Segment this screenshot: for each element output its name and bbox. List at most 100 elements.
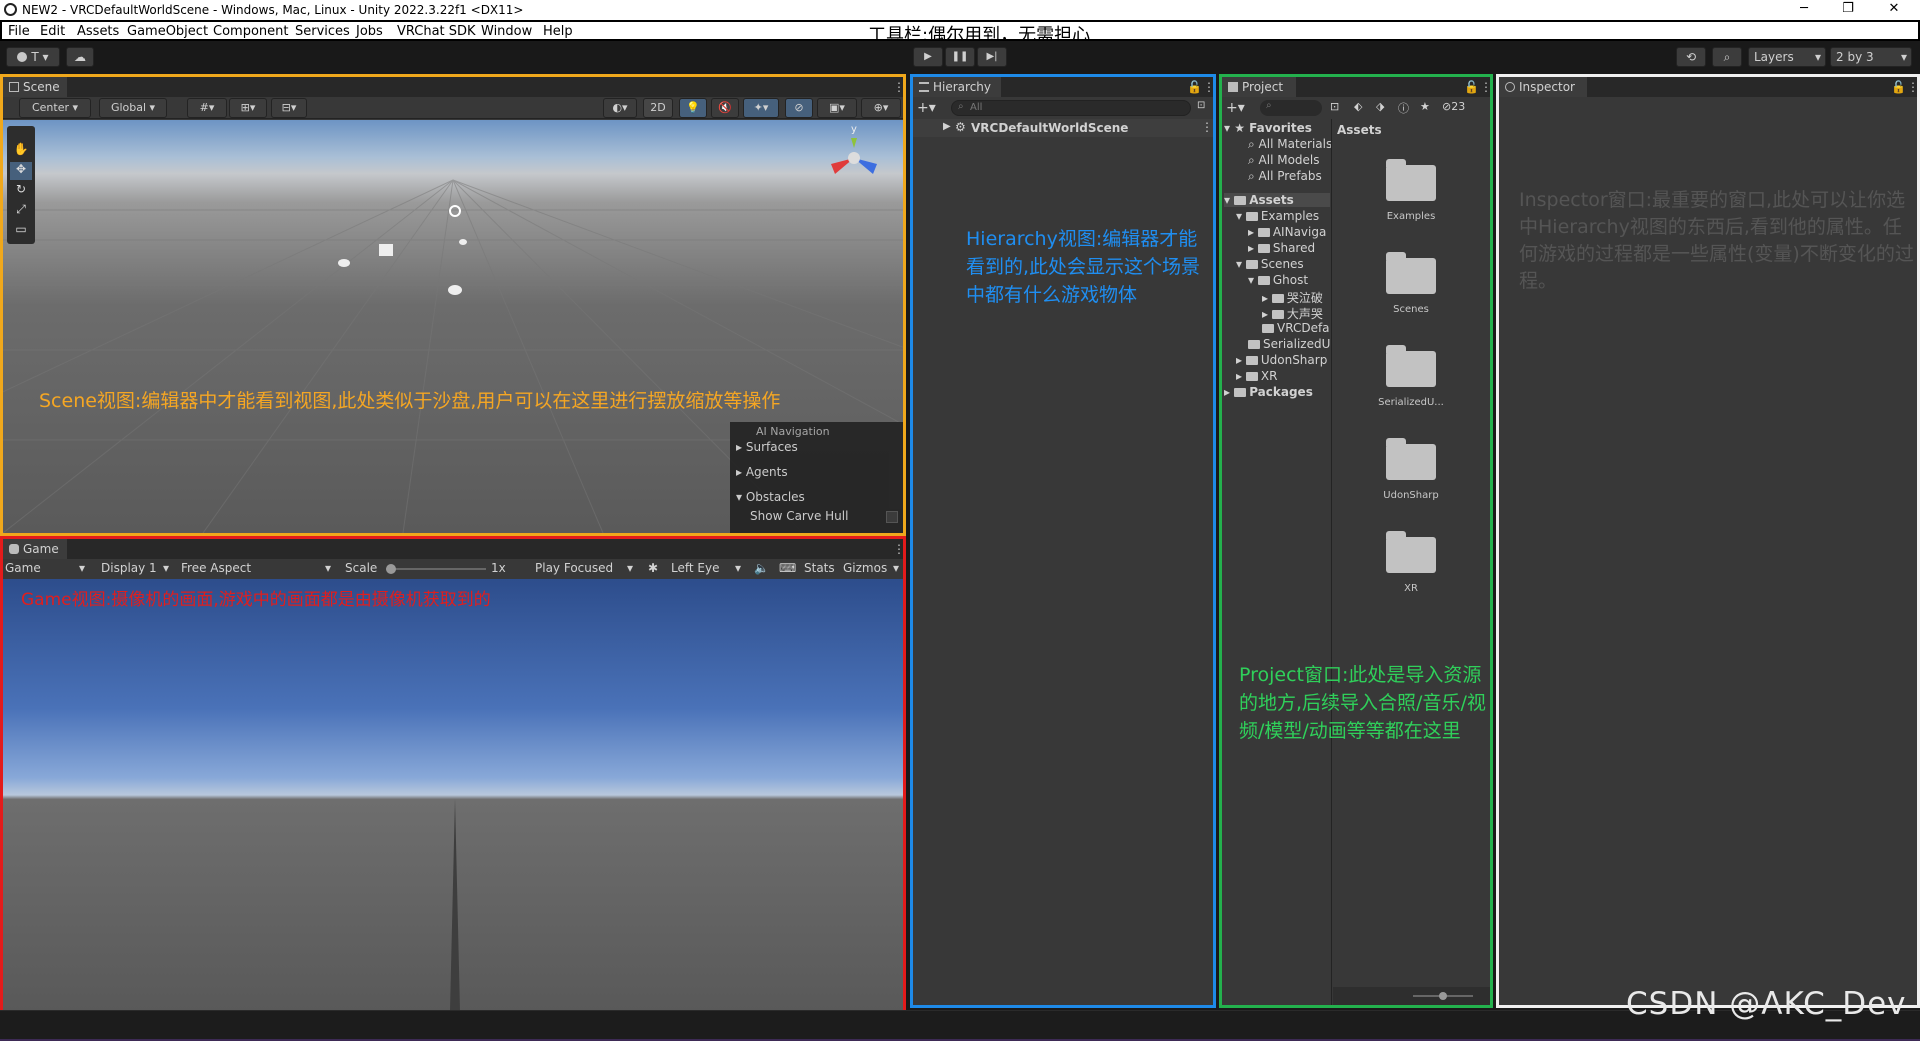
- tree-packages[interactable]: ▸ Packages: [1224, 385, 1313, 399]
- lock-icon[interactable]: 🔓: [1464, 80, 1479, 94]
- surfaces-item[interactable]: ▸ Surfaces: [736, 440, 798, 454]
- menu-jobs[interactable]: Jobs: [356, 24, 383, 39]
- gizmos-button[interactable]: Gizmos ▾: [843, 561, 901, 575]
- obstacles-item[interactable]: ▾ Obstacles: [736, 490, 805, 504]
- tree-examples[interactable]: ▾ Examples: [1236, 209, 1319, 223]
- tab-project[interactable]: Project: [1222, 77, 1296, 97]
- orientation-gizmo[interactable]: y: [821, 124, 891, 188]
- search-scope-icon[interactable]: ⊡: [1330, 100, 1339, 113]
- search-button[interactable]: ⌕: [1712, 47, 1742, 67]
- hand-tool[interactable]: ✋: [10, 142, 32, 160]
- folder-udonsharp-icon[interactable]: [1386, 438, 1436, 480]
- maximize-button[interactable]: ❐: [1828, 0, 1868, 20]
- create-button[interactable]: +▾: [1226, 100, 1245, 116]
- tree-scenes[interactable]: ▾ Scenes: [1236, 257, 1304, 271]
- hierarchy-search-input[interactable]: ⌕ All: [951, 100, 1191, 116]
- game-viewport[interactable]: Game视图:摄像机的画面,游戏中的画面都是由摄像机获取到的: [3, 579, 903, 1011]
- folder-xr-icon[interactable]: [1386, 531, 1436, 573]
- project-search-input[interactable]: ⌕: [1260, 100, 1322, 116]
- scene-viewport[interactable]: y ✋ ✥ ↻ ⤢ ▭ Scene视图:编辑器中才能看到视图,此处类似于沙盘,用…: [3, 120, 903, 533]
- snap-increment-button[interactable]: ⊟▾: [271, 98, 307, 118]
- create-button[interactable]: +▾: [917, 100, 936, 116]
- inspector-menu-icon[interactable]: ⋮: [1907, 80, 1919, 94]
- effects-toggle[interactable]: ✦▾: [743, 98, 779, 118]
- folder-scenes-icon[interactable]: [1386, 252, 1436, 294]
- sun-light-icon[interactable]: [449, 205, 461, 217]
- menu-window[interactable]: Window: [481, 24, 532, 39]
- tree-udonsharp[interactable]: ▸ UdonSharp: [1236, 353, 1327, 367]
- layers-dropdown[interactable]: Layers ▾: [1748, 47, 1826, 67]
- lock-icon[interactable]: 🔓: [1187, 80, 1202, 94]
- lock-icon[interactable]: 🔓: [1891, 80, 1906, 94]
- show-carve-hull-checkbox[interactable]: [886, 511, 898, 523]
- pivot-dropdown[interactable]: Center ▾: [19, 98, 91, 118]
- menu-assets[interactable]: Assets: [77, 24, 119, 39]
- folder-examples-icon[interactable]: [1386, 159, 1436, 201]
- aspect-dropdown[interactable]: Free Aspect ▾: [181, 561, 341, 575]
- tree-shared[interactable]: ▸ Shared: [1248, 241, 1315, 255]
- tree-ghost[interactable]: ▾ Ghost: [1248, 273, 1308, 287]
- minimize-button[interactable]: ─: [1784, 0, 1824, 20]
- play-focused-dropdown[interactable]: Play Focused ▾: [535, 561, 641, 575]
- tree-ainavigation[interactable]: ▸ AINaviga: [1248, 225, 1326, 239]
- tree-ghost-a[interactable]: ▸ 哭泣破: [1262, 289, 1323, 306]
- global-dropdown[interactable]: Global ▾: [99, 98, 167, 118]
- step-button[interactable]: ▶|: [977, 47, 1007, 67]
- agents-item[interactable]: ▸ Agents: [736, 465, 788, 479]
- scale-slider-thumb[interactable]: [386, 564, 396, 574]
- tab-game[interactable]: Game: [3, 539, 67, 559]
- gizmos-dropdown[interactable]: ⊕▾: [861, 98, 901, 118]
- tree-serialized[interactable]: SerializedU: [1248, 337, 1330, 351]
- label-icon[interactable]: ⬗: [1376, 100, 1384, 113]
- scale-slider[interactable]: [386, 564, 486, 574]
- tree-assets[interactable]: ▾ Assets: [1224, 193, 1330, 207]
- sphere-object-1[interactable]: [338, 259, 350, 267]
- tree-xr[interactable]: ▸ XR: [1236, 369, 1277, 383]
- camera-settings-button[interactable]: ▣▾: [817, 98, 857, 118]
- scene-row-menu-icon[interactable]: ⋮: [1201, 120, 1213, 134]
- favorite-all-models[interactable]: ⌕ All Models: [1248, 153, 1320, 168]
- favorite-all-materials[interactable]: ⌕ All Materials: [1248, 137, 1331, 152]
- scene-menu-icon[interactable]: ⋮: [893, 80, 905, 94]
- favorite-all-prefabs[interactable]: ⌕ All Prefabs: [1248, 169, 1322, 184]
- tree-vrcdefault[interactable]: VRCDefa: [1262, 321, 1330, 335]
- speaker-icon[interactable]: 🔈: [754, 561, 769, 575]
- scale-tool[interactable]: ⤢: [10, 202, 32, 220]
- search-options-icon[interactable]: ⊡: [1197, 100, 1205, 111]
- rotate-tool[interactable]: ↻: [10, 182, 32, 200]
- eye-dropdown[interactable]: Left Eye ▾: [671, 561, 747, 575]
- menu-file[interactable]: File: [8, 24, 30, 39]
- sphere-object-2[interactable]: [459, 239, 467, 245]
- move-tool[interactable]: ✥: [10, 162, 32, 180]
- layout-dropdown[interactable]: 2 by 3 ▾: [1830, 47, 1912, 67]
- menu-vrchat-sdk[interactable]: VRChat SDK: [397, 24, 476, 39]
- favorites-item[interactable]: ▾ ★ Favorites: [1224, 121, 1312, 135]
- audio-toggle[interactable]: 🔇: [711, 98, 739, 118]
- expand-arrow-icon[interactable]: ▶: [943, 121, 951, 132]
- game-mode-dropdown[interactable]: Game ▾: [5, 561, 91, 575]
- tab-inspector[interactable]: Inspector: [1499, 77, 1587, 97]
- rect-tool[interactable]: ▭: [10, 222, 32, 240]
- icon-size-slider[interactable]: [1413, 992, 1473, 1000]
- tab-scene[interactable]: Scene: [3, 77, 67, 97]
- display-dropdown[interactable]: Display 1 ▾: [101, 561, 171, 575]
- keyboard-icon[interactable]: ⌨: [779, 561, 796, 575]
- menu-help[interactable]: Help: [543, 24, 573, 39]
- grid-snap-button[interactable]: #▾: [187, 98, 227, 118]
- play-button[interactable]: ▶: [913, 47, 943, 67]
- menu-component[interactable]: Component: [213, 24, 288, 39]
- info-icon[interactable]: ⓘ: [1398, 100, 1409, 116]
- undo-history-button[interactable]: ⟲: [1676, 47, 1706, 67]
- snap-settings-button[interactable]: ⊞▾: [229, 98, 267, 118]
- draw-mode-button[interactable]: ◐▾: [603, 98, 637, 118]
- hierarchy-scene-row[interactable]: ▶ ⚙ VRCDefaultWorldScene ⋮: [913, 119, 1213, 137]
- game-menu-icon[interactable]: ⋮: [893, 542, 905, 556]
- tab-hierarchy[interactable]: Hierarchy: [913, 77, 1001, 97]
- lighting-toggle[interactable]: 💡: [679, 98, 707, 118]
- star-icon[interactable]: ★: [1420, 100, 1430, 113]
- cloud-button[interactable]: ☁: [66, 47, 94, 67]
- hidden-packages-button[interactable]: ⊘23: [1442, 100, 1465, 113]
- tree-ghost-b[interactable]: ▸ 大声哭: [1262, 305, 1323, 322]
- menu-services[interactable]: Services: [295, 24, 350, 39]
- sphere-object-3[interactable]: [448, 285, 462, 295]
